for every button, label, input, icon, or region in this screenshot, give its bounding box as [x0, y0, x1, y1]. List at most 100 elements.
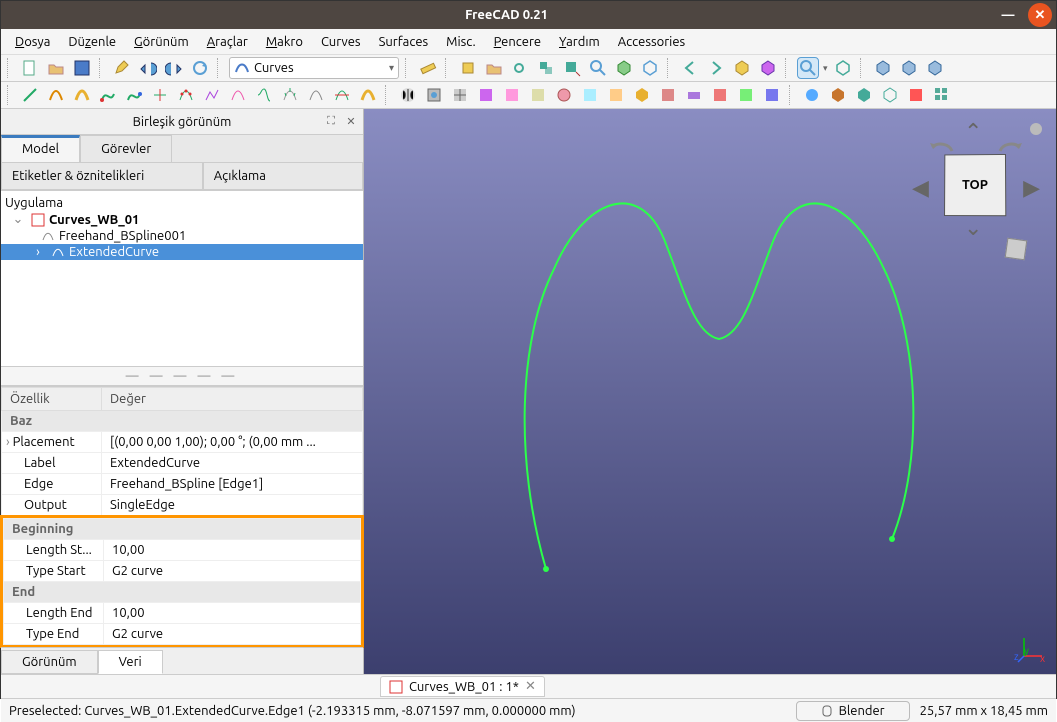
navcube-up-arrow[interactable]: ⌃ [964, 119, 982, 145]
navigation-cube[interactable]: ⌃ ◀ ▶ ⌄ TOP [906, 119, 1046, 259]
navcube-left-arrow[interactable]: ◀ [912, 175, 929, 201]
tree-item-extendedcurve[interactable]: › ExtendedCurve [1, 244, 363, 260]
nav-box-icon[interactable] [731, 57, 753, 79]
cube1-icon[interactable] [872, 57, 894, 79]
split-curve-icon[interactable] [149, 84, 171, 106]
trim-icon[interactable] [331, 84, 353, 106]
fit-all-icon[interactable] [587, 57, 609, 79]
navcube-right-arrow[interactable]: ▶ [1023, 175, 1040, 201]
group-icon[interactable] [483, 57, 505, 79]
new-file-icon[interactable] [19, 57, 41, 79]
trim-face-icon[interactable] [423, 84, 445, 106]
menu-yardim[interactable]: Yardım [551, 33, 608, 51]
view-iso-icon[interactable] [639, 57, 661, 79]
tree-doc-row[interactable]: ⌄ Curves_WB_01 [1, 211, 363, 228]
panel-expand-icon[interactable]: ⛶ [323, 113, 339, 129]
prop-row-output[interactable]: OutputSingleEdge [2, 495, 363, 516]
navcube-rotate-cw-icon[interactable] [996, 133, 1024, 155]
reflect-icon[interactable] [657, 84, 679, 106]
btab-view[interactable]: Görünüm [1, 650, 98, 674]
mixed-curve-icon[interactable] [71, 84, 93, 106]
menu-accessories[interactable]: Accessories [610, 33, 693, 51]
misc5-icon[interactable] [905, 84, 927, 106]
navcube-mini[interactable] [1005, 238, 1028, 261]
prop-row-label[interactable]: LabelExtendedCurve [2, 453, 363, 474]
interpolate-icon[interactable] [227, 84, 249, 106]
blend-solid-icon[interactable] [735, 84, 757, 106]
sweep2-icon[interactable] [501, 84, 523, 106]
discretize-icon[interactable] [175, 84, 197, 106]
workbench-selector[interactable]: Curves ▾ [229, 57, 399, 79]
profile-icon[interactable] [527, 84, 549, 106]
measure-icon[interactable] [417, 57, 439, 79]
navcube-rotate-ccw-icon[interactable] [928, 133, 956, 155]
tree-app-row[interactable]: Uygulama [1, 195, 363, 211]
menu-gorunum[interactable]: Görünüm [126, 33, 197, 51]
subtab-description[interactable]: Açıklama [203, 162, 363, 190]
menu-misc[interactable]: Misc. [438, 33, 483, 51]
panel-close-icon[interactable]: ✕ [343, 113, 359, 129]
minimize-button[interactable]: — [996, 3, 1020, 27]
link-icon[interactable] [509, 57, 531, 79]
subtab-labels[interactable]: Etiketler & öznitelikleri [1, 162, 203, 190]
prop-row-type-end[interactable]: Type EndG2 curve [4, 624, 361, 645]
close-button[interactable]: ✕ [1028, 3, 1052, 27]
link-import-icon[interactable] [561, 57, 583, 79]
navcube-down-arrow[interactable]: ⌄ [964, 215, 982, 241]
iso-curve-icon[interactable] [449, 84, 471, 106]
menu-dosya[interactable]: Dosya [7, 33, 58, 51]
prop-row-placement[interactable]: › Placement[(0,00 0,00 1,00); 0,00 °; (0… [2, 432, 363, 453]
menu-pencere[interactable]: Pencere [486, 33, 549, 51]
panel-splitter[interactable]: — — — — — [1, 366, 363, 386]
extend-curve-icon[interactable] [97, 84, 119, 106]
3d-viewport[interactable]: ⌃ ◀ ▶ ⌄ TOP yxz [364, 109, 1056, 674]
selection-mode-icon[interactable] [797, 57, 819, 79]
blend-curve-icon[interactable] [253, 84, 275, 106]
gordon-icon[interactable] [579, 84, 601, 106]
open-file-icon[interactable] [45, 57, 67, 79]
zebra-icon[interactable] [305, 84, 327, 106]
flatten-icon[interactable] [761, 84, 783, 106]
nav-next-icon[interactable] [705, 57, 727, 79]
geom-info-icon[interactable] [357, 84, 379, 106]
nav-home-icon[interactable] [757, 57, 779, 79]
navcube-face[interactable]: TOP [944, 154, 1006, 216]
nav-style-button[interactable]: Blender [796, 701, 910, 721]
prop-row-edge[interactable]: EdgeFreehand_BSpline [Edge1] [2, 474, 363, 495]
multi-loft-icon[interactable] [683, 84, 705, 106]
undo-icon[interactable] [137, 57, 159, 79]
misc4-icon[interactable] [879, 84, 901, 106]
sketch-surf-icon[interactable] [475, 84, 497, 106]
btab-data[interactable]: Veri [98, 650, 163, 674]
tree-item-bspline[interactable]: Freehand_BSpline001 [1, 228, 363, 244]
line-icon[interactable] [19, 84, 41, 106]
menu-surfaces[interactable]: Surfaces [371, 33, 437, 51]
misc3-icon[interactable] [853, 84, 875, 106]
prop-row-type-start[interactable]: Type StartG2 curve [4, 561, 361, 582]
model-tree[interactable]: Uygulama ⌄ Curves_WB_01 Freehand_BSpline… [1, 191, 363, 366]
misc1-icon[interactable] [801, 84, 823, 106]
zebra-tool-icon[interactable] [397, 84, 419, 106]
menu-araclar[interactable]: Araçlar [199, 33, 256, 51]
comp-spring-icon[interactable] [631, 84, 653, 106]
menu-makro[interactable]: Makro [258, 33, 311, 51]
approximate-icon[interactable] [201, 84, 223, 106]
misc6-icon[interactable] [931, 84, 953, 106]
refresh-icon[interactable] [189, 57, 211, 79]
document-tab[interactable]: Curves_WB_01 : 1* ✕ [380, 676, 545, 697]
navcube-menu-icon[interactable] [1030, 123, 1042, 135]
tab-tasks[interactable]: Görevler [80, 135, 172, 162]
misc2-icon[interactable] [827, 84, 849, 106]
join-curve-icon[interactable] [123, 84, 145, 106]
save-file-icon[interactable] [71, 57, 93, 79]
cube2-icon[interactable] [898, 57, 920, 79]
edit-icon[interactable] [111, 57, 133, 79]
menu-duzenle[interactable]: Düzenle [60, 33, 124, 51]
tab-model[interactable]: Model [1, 135, 80, 162]
draw-style-icon[interactable] [613, 57, 635, 79]
comb-plot-icon[interactable] [279, 84, 301, 106]
tab-close-icon[interactable]: ✕ [525, 679, 536, 694]
segment-icon[interactable] [605, 84, 627, 106]
nav-prev-icon[interactable] [679, 57, 701, 79]
wireframe-icon[interactable] [832, 57, 854, 79]
